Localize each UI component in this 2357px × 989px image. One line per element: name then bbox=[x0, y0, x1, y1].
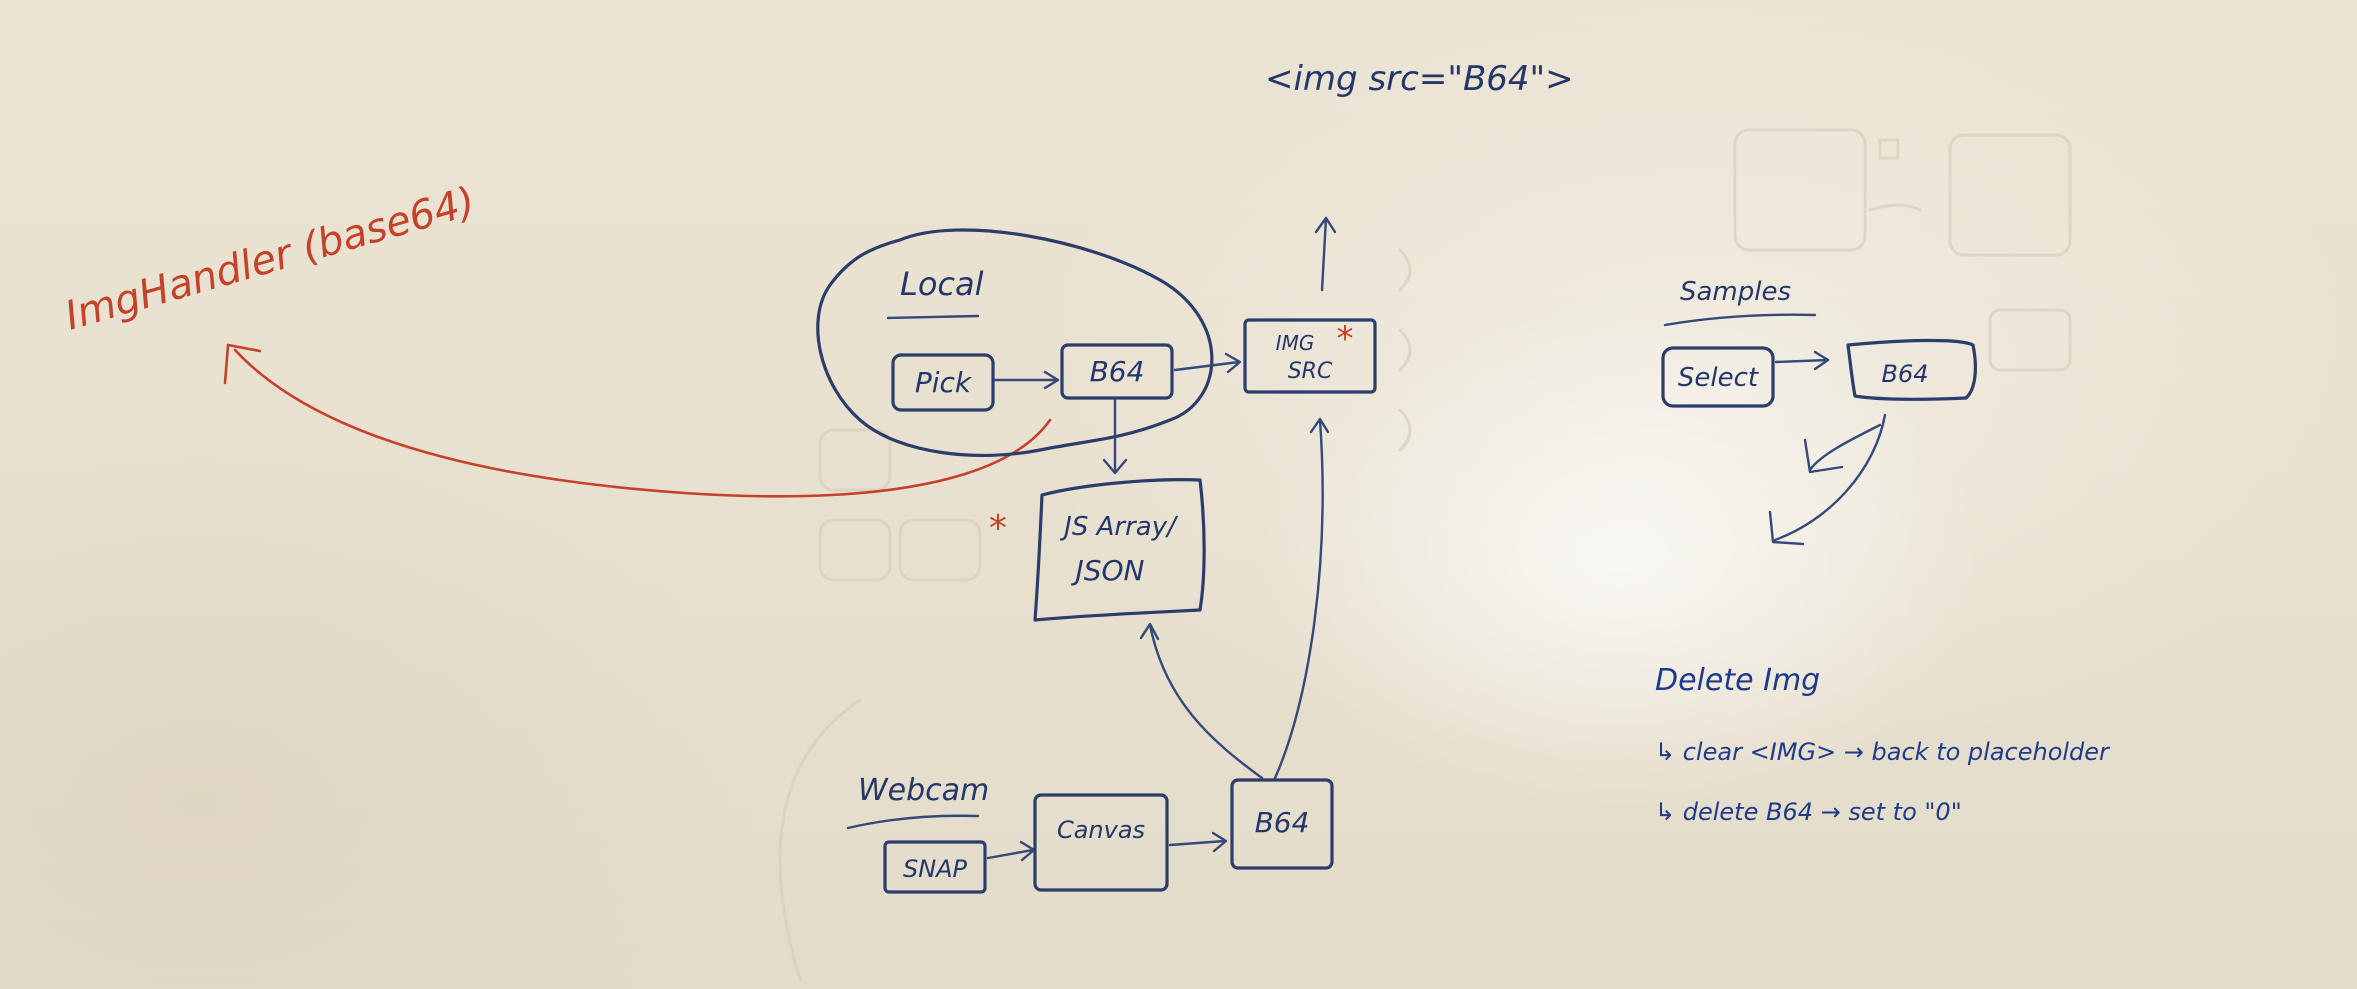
select-label: Select bbox=[1678, 363, 1759, 393]
delete-line1: ↳ clear <IMG> → back to placeholder bbox=[1655, 738, 2111, 766]
webcam-b64-label: B64 bbox=[1255, 806, 1310, 839]
handler-note: ImgHandler (base64) bbox=[60, 179, 480, 340]
whiteboard-drawing: <img src="B64"> ImgHandler (base64) Loca… bbox=[60, 59, 2111, 982]
js-store-asterisk: * bbox=[989, 508, 1007, 549]
local-group: Local Pick B64 bbox=[816, 228, 1214, 458]
img-src-asterisk: * bbox=[1337, 319, 1354, 359]
pick-label: Pick bbox=[915, 366, 973, 399]
b64-to-imgsrc-arrow bbox=[1173, 352, 1242, 374]
samples-group: Samples Select B64 bbox=[1661, 277, 1977, 546]
delete-line2: ↳ delete B64 → set to "0" bbox=[1655, 798, 1962, 826]
js-store-node: * JS Array/ JSON bbox=[989, 478, 1206, 622]
webcam-b64-to-imgsrc-arrow bbox=[1273, 417, 1330, 780]
ghost-marks bbox=[778, 128, 2072, 982]
img-src-line1: IMG bbox=[1276, 331, 1315, 355]
img-src-node: IMG SRC * bbox=[1243, 216, 1377, 394]
js-store-line2: JSON bbox=[1070, 554, 1144, 587]
local-b64-label: B64 bbox=[1090, 355, 1145, 388]
webcam-b64-to-js-arrow bbox=[1139, 622, 1264, 780]
delete-title: Delete Img bbox=[1655, 663, 1820, 698]
samples-title: Samples bbox=[1680, 277, 1791, 307]
webcam-group: Webcam SNAP Canvas B64 bbox=[846, 773, 1334, 894]
samples-b64-label: B64 bbox=[1881, 360, 1928, 388]
pick-to-b64-arrow bbox=[993, 370, 1060, 390]
img-src-line2: SRC bbox=[1288, 359, 1333, 384]
js-store-box bbox=[1033, 478, 1206, 622]
snap-label: SNAP bbox=[903, 855, 968, 883]
canvas-label: Canvas bbox=[1057, 816, 1145, 844]
webcam-title: Webcam bbox=[858, 773, 989, 808]
whiteboard: <img src="B64"> ImgHandler (base64) Loca… bbox=[0, 0, 2357, 989]
header-note: <img src="B64"> bbox=[1265, 59, 1574, 99]
js-store-line1: JS Array/ bbox=[1059, 512, 1179, 542]
local-title: Local bbox=[900, 265, 984, 303]
delete-notes: Delete Img ↳ clear <IMG> → back to place… bbox=[1655, 663, 2111, 826]
